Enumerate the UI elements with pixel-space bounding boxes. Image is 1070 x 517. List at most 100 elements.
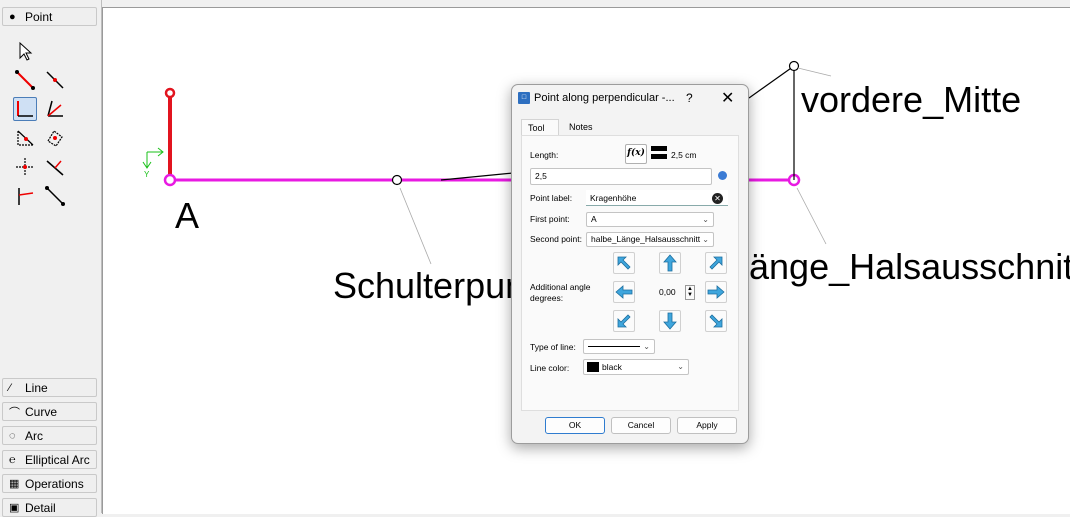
cancel-button[interactable]: Cancel — [611, 417, 671, 434]
angle-315-button[interactable] — [705, 310, 727, 332]
normal-icon — [46, 160, 64, 176]
neck-line[interactable] — [748, 65, 795, 99]
angle-180-button[interactable] — [613, 281, 635, 303]
first-point-label: First point: — [530, 214, 570, 224]
curve-icon: ⌒ — [9, 406, 20, 419]
line-segment-tool[interactable] — [13, 68, 37, 92]
elliptical-arc-group-label: Elliptical Arc — [25, 452, 90, 467]
height-icon — [18, 188, 34, 205]
arrow-up-right-icon — [709, 256, 723, 270]
cut-line-icon — [45, 186, 65, 206]
point-label-input[interactable]: Kragenhöhe — [586, 190, 728, 206]
help-button[interactable]: ? — [686, 91, 693, 105]
tab-tool[interactable]: Tool — [521, 119, 559, 135]
bisector-tool[interactable] — [43, 97, 67, 121]
clear-icon[interactable]: ✕ — [712, 193, 723, 204]
operations-icon: ▦ — [9, 478, 20, 490]
intersect-icon — [47, 130, 63, 147]
chevron-down-icon: ⌄ — [702, 215, 709, 224]
first-point-value: A — [591, 214, 597, 224]
angle-270-button[interactable] — [659, 310, 681, 332]
detail-icon: ▣ — [9, 502, 20, 514]
elliptical-arc-icon: ℮ — [9, 453, 16, 466]
second-point-value: halbe_Länge_Halsausschnitt — [591, 234, 701, 244]
pointer-tool[interactable] — [13, 39, 37, 63]
arrow-up-icon — [663, 254, 677, 272]
point-vordere-mitte[interactable] — [788, 60, 800, 72]
arc-group-button[interactable]: ◌ Arc — [2, 426, 97, 445]
operations-group-button[interactable]: ▦ Operations — [2, 474, 97, 493]
chevron-down-icon: ⌄ — [702, 235, 709, 244]
point-schulterpunkt[interactable] — [391, 174, 403, 186]
point-label-label: Point label: — [530, 193, 573, 203]
angle-label: Additional angle degrees: — [530, 282, 591, 303]
bisector-icon — [47, 100, 63, 117]
chevron-down-icon: ⌄ — [677, 362, 684, 371]
elliptical-arc-group-button[interactable]: ℮ Elliptical Arc — [2, 450, 97, 469]
first-point-select[interactable]: A ⌄ — [586, 212, 714, 227]
chevron-down-icon: ⌄ — [643, 342, 650, 351]
type-of-line-label: Type of line: — [530, 342, 576, 352]
arrow-down-left-icon — [617, 314, 631, 328]
triangle-icon — [17, 130, 34, 146]
label-schulterpunkt: Schulterpun — [333, 265, 526, 306]
line-color-value: black — [602, 362, 622, 372]
along-line-tool[interactable] — [43, 68, 67, 92]
curve-group-button[interactable]: ⌒ Curve — [2, 402, 97, 421]
arc-icon: ◌ — [9, 429, 16, 442]
apply-button[interactable]: Apply — [677, 417, 737, 434]
angle-spinbox[interactable]: 0,00 ▲ ▼ — [659, 285, 695, 300]
formula-wizard-button[interactable]: f(x) — [625, 144, 647, 164]
label-a: A — [175, 195, 200, 236]
dialog-title: Point along perpendicular -... — [534, 92, 675, 104]
perpendicular-icon — [17, 101, 33, 117]
length-result: 2,5 cm — [671, 150, 697, 160]
fx-icon: f(x) — [627, 148, 645, 158]
detail-group-label: Detail — [25, 500, 56, 515]
spin-arrows-icon[interactable]: ▲ ▼ — [685, 285, 695, 300]
line-icon: ⁄ — [9, 381, 11, 394]
curve-group-label: Curve — [25, 404, 58, 419]
angle-135-button[interactable] — [613, 252, 635, 274]
angle-225-button[interactable] — [613, 310, 635, 332]
bullet-icon: ● — [9, 10, 16, 23]
second-point-select[interactable]: halbe_Länge_Halsausschnitt ⌄ — [586, 232, 714, 247]
tab-notes[interactable]: Notes — [563, 119, 603, 135]
arrow-right-icon — [707, 285, 725, 299]
cut-tool[interactable] — [43, 184, 67, 208]
shoulder-tool[interactable] — [13, 155, 37, 179]
angle-0-button[interactable] — [705, 281, 727, 303]
triangle-tool[interactable] — [13, 126, 37, 150]
solid-line-icon — [588, 346, 640, 347]
point-kragenhoehe-preview[interactable] — [164, 87, 176, 99]
perpendicular-tool[interactable] — [13, 97, 37, 121]
app-icon: □ — [518, 92, 530, 104]
height-tool[interactable] — [13, 184, 37, 208]
line-segment-icon — [15, 70, 35, 90]
arrow-down-icon — [663, 312, 677, 330]
tool-tab-panel: Length: f(x) 2,5 cm 2,5 Point label: Kra… — [521, 135, 739, 411]
detail-group-button[interactable]: ▣ Detail — [2, 498, 97, 517]
operations-group-label: Operations — [25, 476, 84, 491]
line-group-button[interactable]: ⁄ Line — [2, 378, 97, 397]
angle-90-button[interactable] — [659, 252, 681, 274]
normal-tool[interactable] — [43, 155, 67, 179]
angle-45-button[interactable] — [705, 252, 727, 274]
arrow-left-icon — [615, 285, 633, 299]
length-formula-input[interactable]: 2,5 — [530, 168, 712, 185]
close-button[interactable]: ✕ — [721, 88, 734, 108]
tool-panel: ● Point ⁄ Line ⌒ Curve ◌ Arc ℮ Elliptica… — [0, 0, 102, 517]
dialog-titlebar[interactable]: □ Point along perpendicular -... ? ✕ — [512, 85, 748, 111]
along-line-icon — [46, 71, 64, 89]
line-group-label: Line — [25, 380, 48, 395]
shoulder-icon — [16, 158, 34, 176]
line-color-select[interactable]: black ⌄ — [583, 359, 689, 375]
line-type-select[interactable]: ⌄ — [583, 339, 655, 354]
ok-button[interactable]: OK — [545, 417, 605, 434]
expand-icon[interactable] — [718, 171, 727, 180]
angle-value: 0,00 — [659, 287, 676, 297]
point-a[interactable] — [163, 173, 177, 187]
point-group-button[interactable]: ● Point — [2, 7, 97, 26]
length-label: Length: — [530, 150, 559, 160]
intersect-tool[interactable] — [43, 126, 67, 150]
